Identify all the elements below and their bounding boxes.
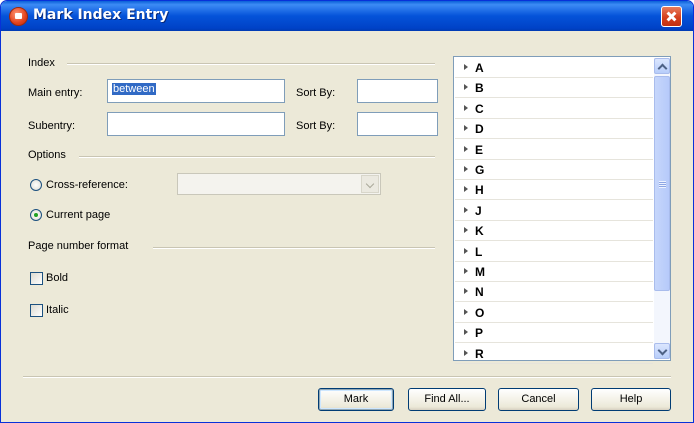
expand-arrow-icon[interactable]: [464, 268, 468, 274]
cross-reference-label[interactable]: Cross-reference:: [46, 179, 128, 191]
sort-by-input[interactable]: [357, 79, 438, 103]
index-letter-label: H: [475, 183, 484, 198]
index-letter-label: P: [475, 326, 484, 341]
bold-checkbox[interactable]: [30, 272, 43, 285]
main-entry-label: Main entry:: [28, 87, 83, 99]
index-letter-item[interactable]: D: [455, 119, 653, 140]
close-icon[interactable]: [661, 6, 682, 27]
index-letter-item[interactable]: A: [455, 58, 653, 78]
index-letter-item[interactable]: R: [455, 344, 653, 364]
index-letter-label: C: [475, 101, 484, 116]
index-section-label: Index: [28, 57, 55, 69]
expand-arrow-icon[interactable]: [464, 308, 468, 315]
cross-reference-dropdown[interactable]: [177, 173, 381, 195]
find-all-button[interactable]: Find All...: [408, 388, 486, 411]
expand-arrow-icon[interactable]: [464, 329, 468, 336]
subentry-sort-by-input[interactable]: [357, 112, 438, 136]
scroll-up-icon[interactable]: [654, 58, 670, 74]
index-letter-label: B: [475, 81, 484, 96]
index-letter-item[interactable]: N: [455, 282, 653, 303]
index-letter-label: O: [475, 305, 485, 320]
window-title: Mark Index Entry: [33, 7, 169, 23]
expand-arrow-icon[interactable]: [464, 166, 468, 172]
app-icon: [9, 7, 28, 26]
help-button[interactable]: Help: [591, 388, 671, 411]
index-letter-label: A: [475, 61, 484, 75]
expand-arrow-icon[interactable]: [464, 104, 468, 111]
expand-arrow-icon[interactable]: [464, 206, 468, 213]
index-letter-item[interactable]: B: [455, 78, 653, 99]
index-letter-label: E: [475, 142, 484, 157]
index-letter-item[interactable]: J: [455, 201, 653, 221]
index-letter-item[interactable]: O: [455, 303, 653, 323]
subentry-sort-by-label: Sort By:: [296, 120, 336, 132]
index-letter-label: M: [475, 265, 485, 279]
index-letter-label: D: [475, 122, 484, 137]
index-letter-label: N: [475, 285, 484, 300]
index-letter-label: G: [475, 163, 485, 177]
index-letter-item[interactable]: L: [455, 242, 653, 262]
page-number-format-label: Page number format: [28, 240, 129, 252]
current-page-label[interactable]: Current page: [46, 209, 110, 221]
sort-by-label: Sort By:: [296, 87, 336, 99]
index-letter-label: K: [475, 224, 484, 239]
expand-arrow-icon[interactable]: [464, 288, 468, 295]
expand-arrow-icon[interactable]: [464, 349, 468, 356]
index-letter-label: L: [475, 244, 483, 259]
options-divider: [79, 156, 435, 158]
italic-label[interactable]: Italic: [46, 304, 69, 316]
expand-arrow-icon[interactable]: [464, 186, 468, 193]
cancel-button[interactable]: Cancel: [498, 388, 579, 411]
cross-reference-radio[interactable]: [30, 179, 42, 191]
expand-arrow-icon[interactable]: [464, 64, 468, 70]
title-bar[interactable]: Mark Index Entry: [1, 1, 693, 31]
expand-arrow-icon[interactable]: [464, 247, 468, 254]
subentry-input[interactable]: [107, 112, 285, 136]
expand-arrow-icon[interactable]: [464, 84, 468, 91]
mark-button[interactable]: Mark: [318, 388, 394, 411]
bold-label[interactable]: Bold: [46, 272, 68, 284]
index-letter-label: R: [475, 346, 484, 361]
index-letter-item[interactable]: M: [455, 262, 653, 282]
index-letter-item[interactable]: K: [455, 221, 653, 242]
index-letter-item[interactable]: C: [455, 99, 653, 119]
index-letter-item[interactable]: G: [455, 160, 653, 180]
subentry-label: Subentry:: [28, 120, 76, 132]
index-letter-label: J: [475, 203, 482, 218]
expand-arrow-icon[interactable]: [464, 145, 468, 152]
footer-divider: [23, 376, 671, 378]
main-entry-value: between: [112, 83, 156, 95]
chevron-down-icon[interactable]: [361, 175, 379, 193]
grip-icon: [659, 181, 666, 188]
index-letter-item[interactable]: P: [455, 323, 653, 344]
scroll-down-icon[interactable]: [654, 343, 670, 359]
options-section-label: Options: [28, 149, 66, 161]
scroll-thumb[interactable]: [654, 76, 670, 291]
current-page-radio[interactable]: [30, 209, 42, 221]
main-entry-input[interactable]: between: [107, 79, 285, 103]
index-divider: [67, 63, 435, 65]
index-letter-list[interactable]: ABCDEGHJKLMNOPR: [453, 56, 671, 364]
vertical-scrollbar[interactable]: [654, 58, 670, 359]
index-letter-item[interactable]: E: [455, 140, 653, 160]
mark-index-entry-dialog: Mark Index Entry Index Main entry: betwe…: [0, 0, 694, 423]
index-letter-item[interactable]: H: [455, 180, 653, 201]
page-number-format-divider: [153, 247, 435, 249]
italic-checkbox[interactable]: [30, 304, 43, 317]
expand-arrow-icon[interactable]: [464, 227, 468, 234]
expand-arrow-icon[interactable]: [464, 125, 468, 132]
